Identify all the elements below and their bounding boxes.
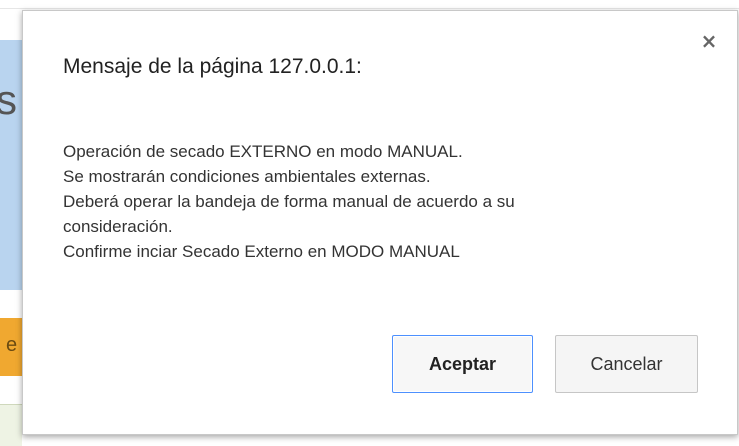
background-page-panel: s bbox=[0, 40, 23, 290]
page-top-divider bbox=[0, 8, 739, 9]
message-line: Confirme inciar Secado Externo en MODO M… bbox=[63, 242, 460, 261]
background-letter: e bbox=[6, 334, 18, 356]
cancel-button[interactable]: Cancelar bbox=[555, 335, 698, 393]
background-page-footer bbox=[0, 404, 22, 446]
message-line: Operación de secado EXTERNO en modo MANU… bbox=[63, 142, 463, 161]
background-letter: s bbox=[0, 76, 17, 123]
message-line: Deberá operar la bandeja de forma manual… bbox=[63, 192, 515, 211]
dialog-title: Mensaje de la página 127.0.0.1: bbox=[63, 55, 362, 78]
confirm-dialog: Mensaje de la página 127.0.0.1: × Operac… bbox=[22, 10, 738, 435]
message-line: Se mostrarán condiciones ambientales ext… bbox=[63, 167, 431, 186]
dialog-message: Operación de secado EXTERNO en modo MANU… bbox=[63, 139, 713, 264]
background-page-button: e bbox=[0, 318, 22, 376]
message-line: consideración. bbox=[63, 217, 173, 236]
accept-button[interactable]: Aceptar bbox=[392, 335, 533, 393]
browser-page: s e Mensaje de la página 127.0.0.1: × Op… bbox=[0, 0, 739, 446]
close-icon[interactable]: × bbox=[699, 31, 719, 51]
